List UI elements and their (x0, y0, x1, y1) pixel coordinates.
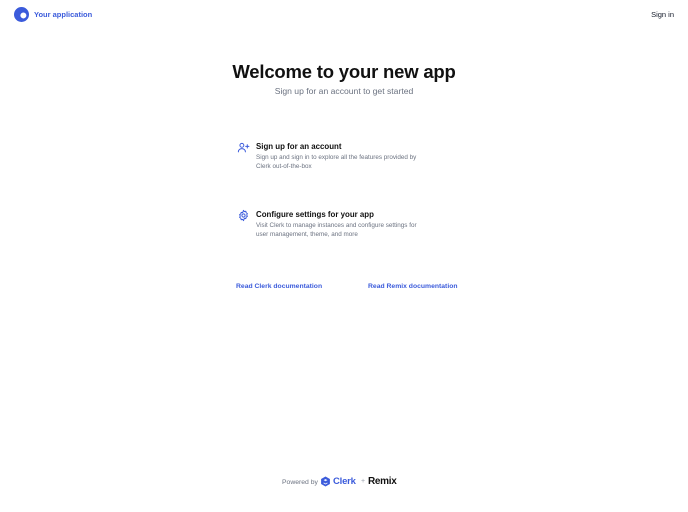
feature-title: Configure settings for your app (256, 210, 374, 219)
feature-title: Sign up for an account (256, 142, 342, 151)
plus-separator: + (361, 478, 366, 485)
feature-description: Sign up and sign in to explore all the f… (256, 154, 417, 170)
page-subtitle: Sign up for an account to get started (274, 86, 414, 96)
user-plus-icon (237, 142, 250, 153)
app-logo-icon (14, 7, 29, 22)
page-title: Welcome to your new app (232, 61, 456, 82)
top-nav: Your application Sign in (0, 0, 688, 30)
app-home-link[interactable]: Your application (14, 7, 92, 22)
clerk-logo-icon (321, 476, 330, 487)
sign-in-button[interactable]: Sign in (651, 10, 674, 19)
page: Your application Sign in Welcome to your… (0, 0, 688, 512)
powered-by-label: Powered by (282, 479, 318, 486)
app-name: Your application (34, 10, 93, 19)
feature-description: Visit Clerk to manage instances and conf… (256, 222, 417, 238)
clerk-wordmark: Clerk (333, 476, 356, 487)
clerk-docs-link[interactable]: Read Clerk documentation (236, 282, 322, 291)
gear-icon (239, 209, 248, 222)
remix-docs-link[interactable]: Read Remix documentation (368, 282, 458, 291)
footer: Powered by Clerk + Remix (0, 475, 688, 489)
remix-wordmark: Remix (368, 476, 397, 487)
feature-text: Sign up for an account Sign up and sign … (256, 141, 426, 171)
feature-text: Configure settings for your app Visit Cl… (256, 209, 426, 239)
